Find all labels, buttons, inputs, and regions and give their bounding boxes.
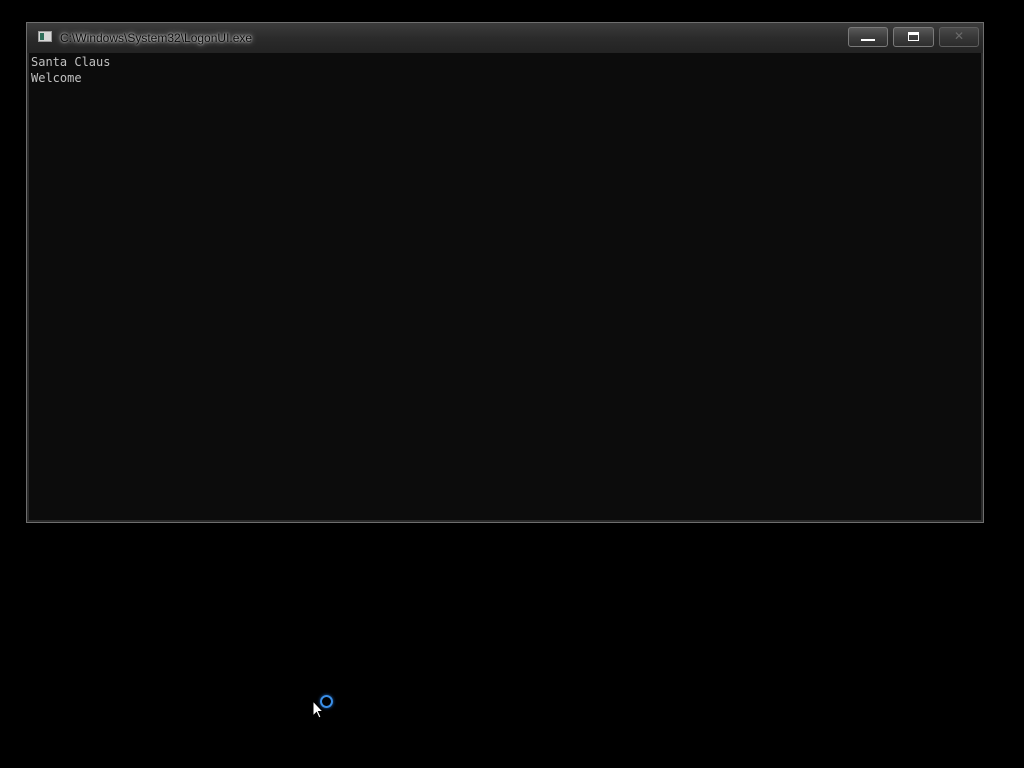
console-line: Welcome xyxy=(31,71,82,85)
maximize-icon xyxy=(908,32,919,41)
window-title: C:\Windows\System32\LogonUI.exe xyxy=(60,31,253,45)
minimize-button[interactable] xyxy=(848,27,888,47)
desktop-background: C:\Windows\System32\LogonUI.exe ✕ Santa … xyxy=(0,0,1024,768)
busy-pointer xyxy=(312,694,336,722)
console-output-area[interactable]: Santa Claus Welcome xyxy=(29,53,981,520)
minimize-icon xyxy=(861,39,875,41)
loading-spinner-icon xyxy=(320,695,333,708)
window-title-bar[interactable]: C:\Windows\System32\LogonUI.exe ✕ xyxy=(27,23,983,53)
maximize-button[interactable] xyxy=(893,27,934,47)
console-window: C:\Windows\System32\LogonUI.exe ✕ Santa … xyxy=(26,22,984,523)
console-line: Santa Claus xyxy=(31,55,111,69)
console-app-icon xyxy=(38,31,52,42)
close-button[interactable]: ✕ xyxy=(939,27,979,47)
close-icon: ✕ xyxy=(954,29,965,43)
